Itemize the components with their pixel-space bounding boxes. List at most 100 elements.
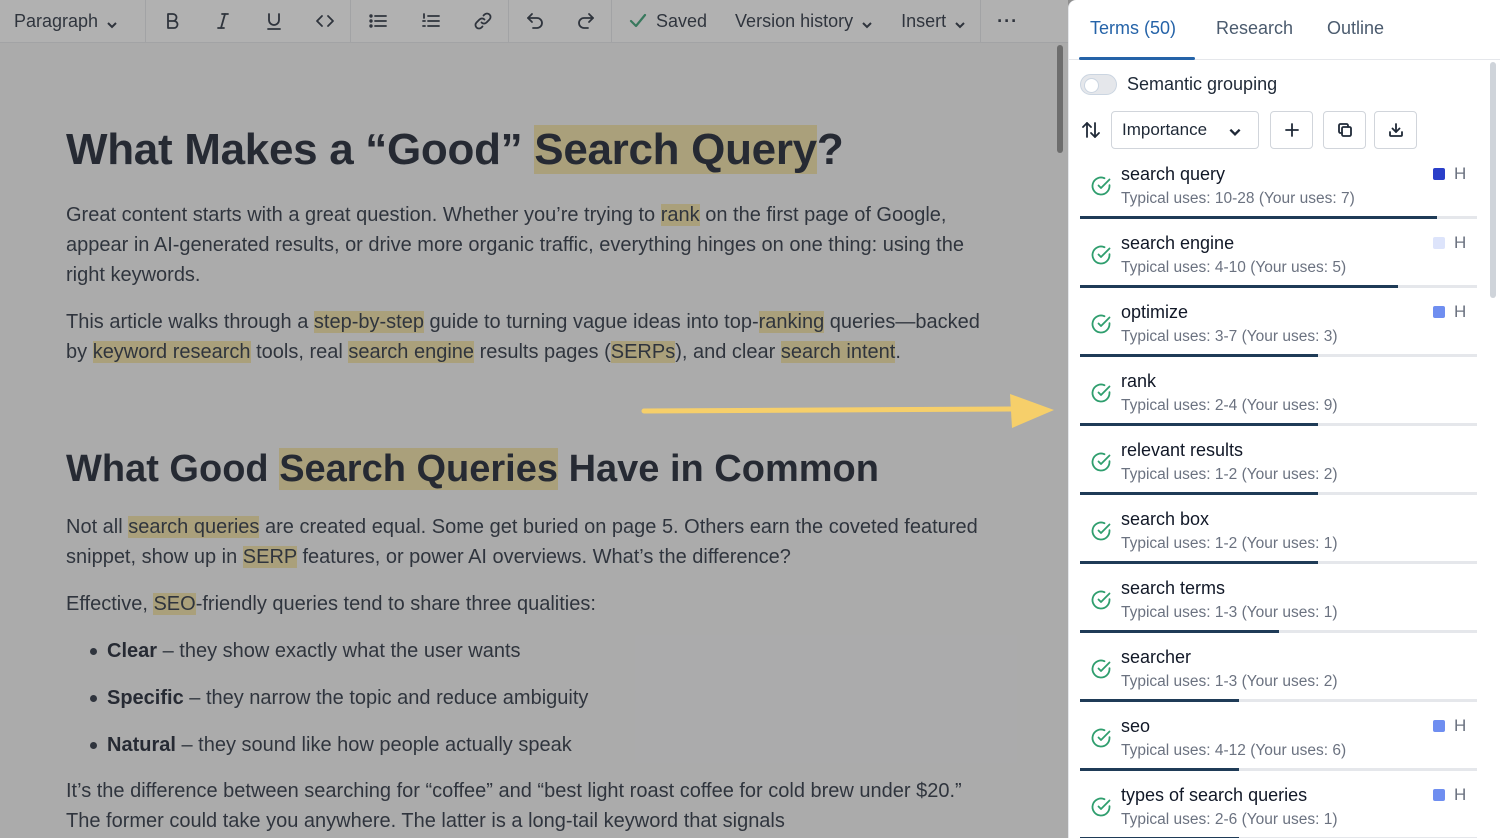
usage-progress-fill <box>1080 354 1319 357</box>
terms-panel: Terms (50) Research Outline Semantic gro… <box>1068 0 1500 838</box>
tab-terms[interactable]: Terms (50) <box>1090 18 1176 60</box>
heading-marker: H <box>1454 716 1467 735</box>
chevron-down-icon <box>1228 124 1241 136</box>
term-item[interactable]: optimize Typical uses: 3-7 (Your uses: 3)… <box>1080 295 1480 364</box>
active-tab-indicator <box>1079 57 1195 60</box>
numbered-list-button[interactable] <box>404 0 457 43</box>
term-name: search engine <box>1121 233 1235 253</box>
term-name: searcher <box>1121 647 1192 667</box>
term-name: search terms <box>1121 578 1226 598</box>
term-item[interactable]: relevant results Typical uses: 1-2 (Your … <box>1080 433 1480 502</box>
bullet-list-button[interactable] <box>351 0 404 43</box>
term-item[interactable]: seo Typical uses: 4-12 (Your uses: 6) H <box>1080 709 1480 778</box>
usage-progress-track <box>1080 768 1477 771</box>
link-icon <box>474 12 491 30</box>
document-title: What Makes a “Good” Search Query? <box>66 121 844 179</box>
list-item: Specific – they narrow the topic and red… <box>90 683 588 730</box>
sort-order-button[interactable] <box>1081 120 1101 140</box>
term-item[interactable]: search engine Typical uses: 4-10 (Your us… <box>1080 226 1480 295</box>
check-circle-icon <box>1090 658 1112 680</box>
check-circle-icon <box>1090 451 1112 473</box>
insert-dropdown[interactable]: Insert <box>887 0 980 43</box>
usage-progress-fill <box>1080 768 1239 771</box>
term-item[interactable]: searcher Typical uses: 1-3 (Your uses: 2) <box>1080 640 1480 709</box>
paragraph: This article walks through a step-by-ste… <box>66 307 986 367</box>
download-terms-button[interactable] <box>1374 111 1417 149</box>
link-button[interactable] <box>457 0 508 43</box>
term-usage: Typical uses: 3-7 (Your uses: 3) <box>1121 328 1338 345</box>
bullet-list-icon <box>368 14 387 28</box>
title-text: ? <box>816 125 844 174</box>
term-name: relevant results <box>1121 440 1244 460</box>
code-button[interactable] <box>299 0 350 43</box>
panel-scrollbar[interactable] <box>1490 62 1496 298</box>
section-heading: What Good Search Queries Have in Common <box>66 444 879 494</box>
term-item[interactable]: search query Typical uses: 10-28 (Your us… <box>1080 157 1480 226</box>
editor-scrollbar[interactable] <box>1057 45 1063 153</box>
usage-progress-track <box>1080 354 1477 357</box>
redo-button[interactable] <box>560 0 611 43</box>
insert-label: Insert <box>901 10 947 31</box>
underline-button[interactable] <box>248 0 299 43</box>
paragraph: Great content starts with a great questi… <box>66 200 986 290</box>
semantic-grouping-label: Semantic grouping <box>1127 74 1278 94</box>
usage-progress-track <box>1080 285 1477 288</box>
version-history-label: Version history <box>735 10 854 31</box>
paragraph-text: . <box>895 341 901 363</box>
term-name: seo <box>1121 716 1151 736</box>
usage-progress-track <box>1080 699 1477 702</box>
bullet-text: – they sound like how people actually sp… <box>175 734 572 756</box>
chevron-down-icon <box>954 15 966 29</box>
underline-icon <box>266 13 281 30</box>
term-item[interactable]: rank Typical uses: 2-4 (Your uses: 9) <box>1080 364 1480 433</box>
usage-progress-fill <box>1080 423 1319 426</box>
sort-arrows-icon <box>1082 122 1100 138</box>
term-item[interactable]: types of search queries Typical uses: 2-6… <box>1080 778 1480 838</box>
chevron-down-icon <box>861 15 873 29</box>
highlighted-term: SERPs <box>610 341 676 363</box>
check-circle-icon <box>1091 590 1111 610</box>
plus-icon <box>1284 123 1299 137</box>
bold-button[interactable] <box>146 0 197 43</box>
term-name: search box <box>1121 509 1210 529</box>
chevron-down-icon <box>106 15 118 29</box>
add-term-button[interactable] <box>1270 111 1313 149</box>
term-item[interactable]: search terms Typical uses: 1-3 (Your uses… <box>1080 571 1480 640</box>
highlighted-term: keyword research <box>92 341 251 363</box>
highlighted-term: Search Queries <box>279 448 559 490</box>
check-circle-icon <box>1090 313 1112 335</box>
tab-outline[interactable]: Outline <box>1327 18 1384 60</box>
semantic-grouping-toggle[interactable] <box>1080 74 1117 95</box>
bullet-bold-text: Clear <box>107 640 158 662</box>
undo-button[interactable] <box>509 0 560 43</box>
paragraph-style-dropdown[interactable]: Paragraph <box>0 0 145 43</box>
check-circle-icon <box>1091 728 1111 748</box>
highlighted-term: search engine <box>348 341 475 363</box>
terms-list: search query Typical uses: 10-28 (Your us… <box>1080 157 1480 838</box>
sort-select[interactable]: Importance <box>1111 111 1259 149</box>
term-color-swatch <box>1433 720 1445 732</box>
paragraph: It’s the difference between searching fo… <box>66 780 962 832</box>
check-circle-icon <box>1090 589 1112 611</box>
italic-icon <box>216 13 229 29</box>
italic-button[interactable] <box>197 0 248 43</box>
more-options-button[interactable]: ··· <box>981 0 1034 43</box>
tab-research[interactable]: Research <box>1216 18 1293 60</box>
numbered-list-icon <box>421 13 440 27</box>
term-name: rank <box>1121 371 1157 391</box>
heading-text: Have in Common <box>558 448 879 490</box>
term-usage: Typical uses: 4-12 (Your uses: 6) <box>1121 742 1347 759</box>
version-history-dropdown[interactable]: Version history <box>721 0 887 43</box>
term-item[interactable]: search box Typical uses: 1-2 (Your uses: … <box>1080 502 1480 571</box>
usage-progress-track <box>1080 561 1477 564</box>
bullet-bold-text: Natural <box>107 734 176 756</box>
paragraph-text: -friendly queries tend to share three qu… <box>195 593 596 615</box>
heading-marker: H <box>1454 233 1467 252</box>
check-circle-icon <box>1091 176 1111 196</box>
editor-toolbar: Paragraph Saved Version history Insert ·… <box>0 0 1068 43</box>
usage-progress-fill <box>1080 630 1279 633</box>
copy-terms-button[interactable] <box>1323 111 1366 149</box>
heading-marker: H <box>1454 164 1467 183</box>
term-color-swatch <box>1433 789 1445 801</box>
check-circle-icon <box>1091 521 1111 541</box>
